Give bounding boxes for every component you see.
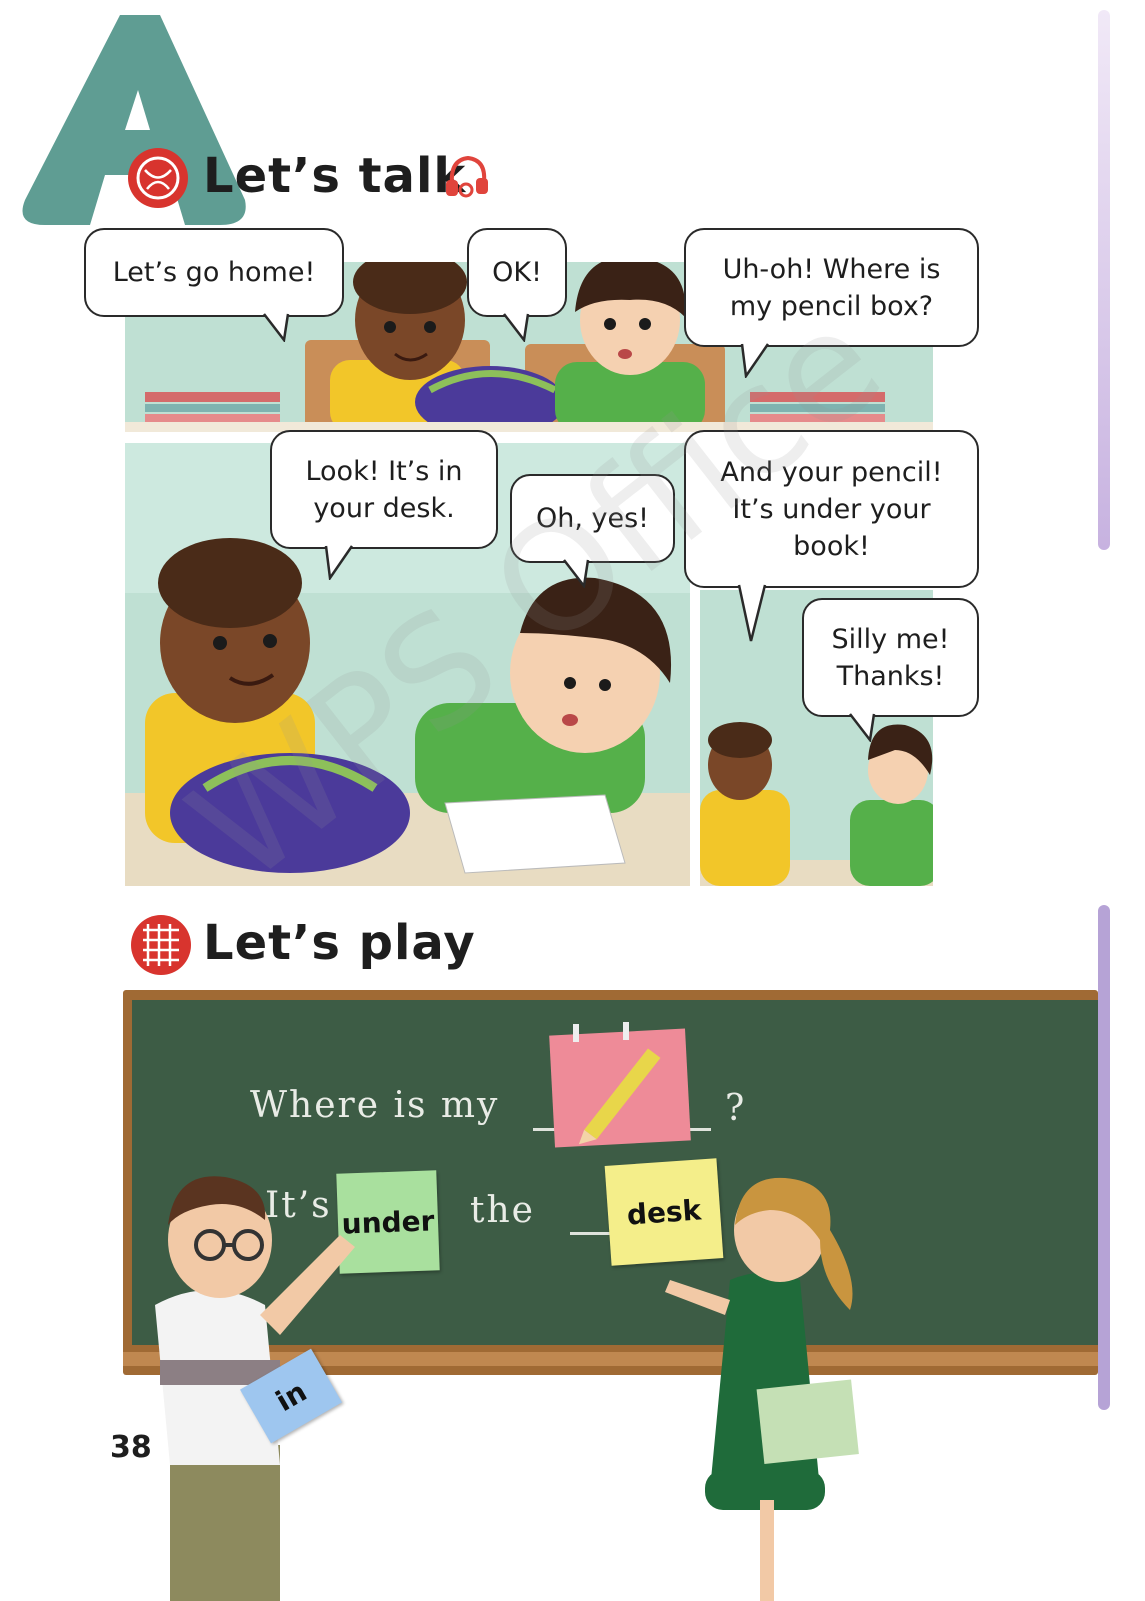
page-number: 38 [110, 1430, 152, 1465]
speech-bubble-1: Let’s go home! [84, 228, 344, 317]
bubble-tail-4 [324, 545, 354, 580]
speech-bubble-3: Uh-oh! Where is my pencil box? [684, 228, 979, 347]
speech-bubble-5: Oh, yes! [510, 474, 675, 563]
bubble-tail-7 [849, 713, 876, 742]
pin-left [573, 1024, 579, 1042]
speech-bubble-2: OK! [467, 228, 567, 317]
page-edge-bar-top [1098, 10, 1110, 550]
talk-icon [128, 148, 188, 208]
speech-bubble-7: Silly me! Thanks! [802, 598, 979, 717]
chalk-question-mark: ? [725, 1088, 747, 1129]
section-title-play: Let’s play [203, 915, 476, 971]
girl-with-book [665, 1177, 859, 1601]
chalk-the: the [470, 1190, 535, 1231]
bubble-tail-1 [263, 313, 290, 342]
bubble-tail-2 [503, 313, 530, 342]
speech-bubble-4: Look! It’s in your desk. [270, 430, 498, 549]
pencil-icon [578, 1048, 661, 1145]
headphones-icon[interactable] [442, 152, 492, 202]
section-title-talk: Let’s talk [203, 148, 467, 204]
chalk-where-is-my: Where is my [250, 1085, 500, 1126]
bubble-tail-5 [563, 559, 590, 588]
pin-right [623, 1022, 629, 1040]
pencil-picture-card[interactable] [549, 1028, 691, 1148]
page-edge-bar-bottom [1098, 905, 1110, 1410]
speech-bubble-6: And your pencil! It’s under your book! [684, 430, 979, 588]
bubble-tail-3 [740, 343, 770, 378]
play-icon [131, 915, 191, 975]
bubble-tail-6 [737, 584, 767, 642]
